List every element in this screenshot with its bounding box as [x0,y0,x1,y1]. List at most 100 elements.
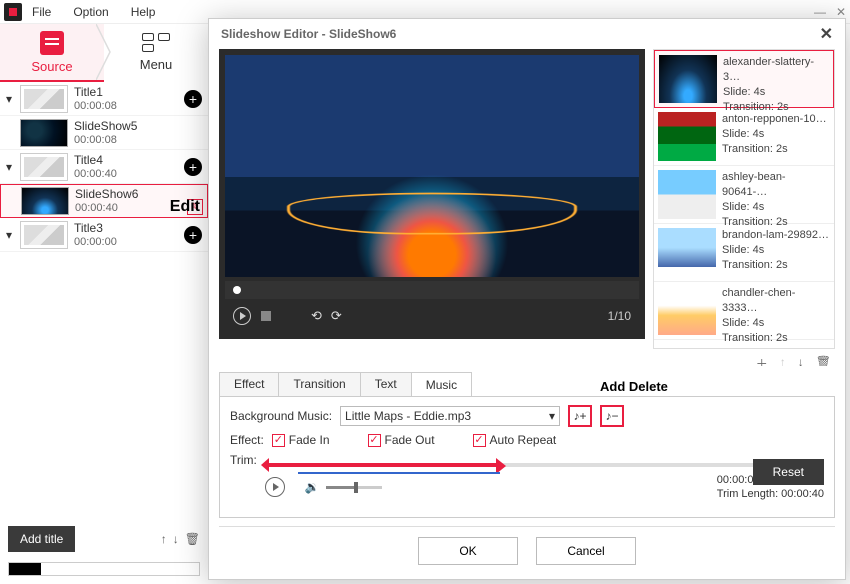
slide-counter: 1/10 [608,309,631,323]
left-panel-footer: Add title ↑ ↓ 🗑 [0,518,208,584]
fadeout-checkbox[interactable]: ✓Fade Out [368,433,435,447]
autorepeat-checkbox[interactable]: ✓Auto Repeat [473,433,557,447]
play-icon[interactable] [233,307,251,325]
tab-menu-label: Menu [140,57,173,72]
slide-name: alexander-slattery-3… [723,55,829,85]
title-row[interactable]: ▾ Title1 00:00:08 + [0,82,208,116]
add-button[interactable]: + [184,226,202,244]
item-time: 00:00:08 [74,133,202,147]
stop-icon[interactable] [261,311,271,321]
add-title-button[interactable]: Add title [8,526,75,552]
fadein-checkbox[interactable]: ✓Fade In [272,433,330,447]
title-row[interactable]: ▾ Title3 00:00:00 + Edit [0,218,208,252]
row-text: Title1 00:00:08 [74,85,184,113]
progress-bar[interactable] [8,562,200,576]
slide-name: anton-repponen-10… [722,112,830,127]
reset-button[interactable]: Reset [753,459,824,485]
move-up-icon[interactable]: ↑ [161,532,167,546]
source-icon [40,31,64,55]
minimize-icon[interactable]: — [814,5,826,19]
title-thumb [20,153,68,181]
list-item[interactable]: anton-repponen-10… Slide: 4s Transition:… [654,108,834,166]
add-button[interactable]: + [184,90,202,108]
slide-name: ashley-bean-90641-… [722,170,830,200]
preview-controls: ⟲ ⟳ 1/10 [225,299,639,333]
item-time: 00:00:08 [74,99,184,113]
preview-column: ⟲ ⟳ 1/10 [219,49,645,366]
slide-duration: Slide: 4s [722,243,830,258]
add-button[interactable]: + [184,158,202,176]
menu-help[interactable]: Help [131,5,156,19]
trim-play-icon[interactable] [265,477,285,497]
trim-slider[interactable] [265,463,824,467]
tab-transition[interactable]: Transition [279,373,360,396]
slide-name: brandon-lam-29892… [722,228,830,243]
rotate-left-icon[interactable]: ⟲ [311,308,321,324]
main-tabs: Source Menu [0,24,208,80]
rotate-right-icon[interactable]: ⟳ [331,308,341,324]
add-slide-icon[interactable]: ＋ [756,355,768,366]
slide-duration: Slide: 4s [722,316,830,331]
preview-player: ⟲ ⟳ 1/10 [219,49,645,339]
slide-thumb [20,119,68,147]
slide-thumb [658,228,716,277]
cancel-button[interactable]: Cancel [536,537,636,565]
list-item[interactable]: brandon-lam-29892… Slide: 4s Transition:… [654,224,834,282]
volume-slider[interactable]: 🔉 [305,480,382,494]
slide-transition: Transition: 2s [722,142,830,157]
chevron-down-icon[interactable]: ▾ [4,228,14,242]
left-panel: Source Menu ▾ Title1 00:00:08 + SlideSho… [0,24,208,252]
tab-text[interactable]: Text [361,373,412,396]
add-music-button[interactable]: ♪+ [568,405,592,427]
slide-thumb [659,55,717,103]
slide-transition: Transition: 2s [722,258,830,273]
slide-thumb [658,112,716,161]
delete-music-button[interactable]: ♪− [600,405,624,427]
chevron-down-icon: ▾ [549,409,555,423]
title-row[interactable]: ▾ Title4 00:00:40 + [0,150,208,184]
add-delete-caption: Add Delete [600,379,668,394]
bgm-select[interactable]: Little Maps - Eddie.mp3 ▾ [340,406,560,426]
tab-music[interactable]: Music [412,374,471,397]
move-down-icon[interactable]: ↓ [798,355,804,366]
item-time: 00:00:40 [74,167,184,181]
dialog-footer: OK Cancel [219,526,835,579]
tab-effect[interactable]: Effect [220,373,279,396]
row-text: Title4 00:00:40 [74,153,184,181]
slide-info: anton-repponen-10… Slide: 4s Transition:… [722,112,830,161]
chevron-down-icon[interactable]: ▾ [4,92,14,106]
move-down-icon[interactable]: ↓ [173,532,179,546]
title-thumb [20,85,68,113]
ok-button[interactable]: OK [418,537,518,565]
close-icon[interactable]: ✕ [836,5,846,19]
source-list: ▾ Title1 00:00:08 + SlideShow5 00:00:08 … [0,82,208,252]
trash-icon[interactable]: 🗑 [185,532,200,546]
edit-icon[interactable]: ✎ [187,199,203,215]
row-text: Title3 00:00:00 [74,221,184,249]
list-item[interactable]: alexander-slattery-3… Slide: 4s Transiti… [654,50,834,108]
slide-list[interactable]: alexander-slattery-3… Slide: 4s Transiti… [653,49,835,349]
volume-icon: 🔉 [305,480,320,494]
preview-timeline[interactable] [225,281,639,299]
tab-menu[interactable]: Menu [104,24,208,80]
move-up-icon[interactable]: ↑ [780,355,786,366]
menu-file[interactable]: File [32,5,51,19]
slide-list-controls: ＋ ↑ ↓ 🗑 [653,349,835,366]
list-item[interactable]: ashley-bean-90641-… Slide: 4s Transition… [654,166,834,224]
trim-controls: 🔉 00:00:00 / 00:01:33 Trim Length: 00:00… [265,473,824,501]
slide-info: ashley-bean-90641-… Slide: 4s Transition… [722,170,830,219]
chevron-down-icon[interactable]: ▾ [4,160,14,174]
tab-source-label: Source [31,59,72,74]
row-text: SlideShow6 00:00:40 [75,187,201,215]
menu-icon [142,33,170,53]
slide-info: chandler-chen-3333… Slide: 4s Transition… [722,286,830,335]
slideshow-editor-dialog: Slideshow Editor - SlideShow6 ✕ ⟲ ⟳ 1/10 [208,18,846,580]
slide-row-selected[interactable]: SlideShow6 00:00:40 ✎ [0,184,208,218]
close-icon[interactable]: ✕ [820,24,833,44]
slide-row[interactable]: SlideShow5 00:00:08 [0,116,208,150]
menu-option[interactable]: Option [73,5,108,19]
tab-source[interactable]: Source [0,24,104,80]
item-name: Title1 [74,85,184,99]
list-item[interactable]: chandler-chen-3333… Slide: 4s Transition… [654,282,834,340]
trash-icon[interactable]: 🗑 [816,355,831,366]
